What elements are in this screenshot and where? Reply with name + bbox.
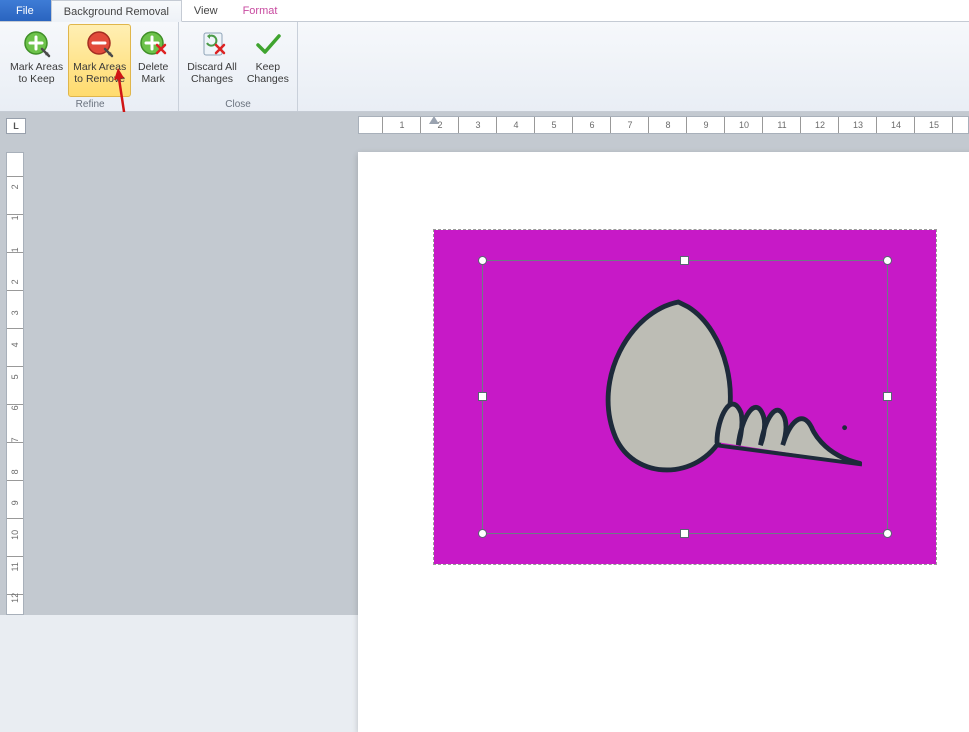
ruler-number: 3: [459, 120, 497, 130]
ruler-number: 10: [725, 120, 763, 130]
ruler-number: 11: [763, 120, 801, 130]
horizontal-ruler[interactable]: 21123456789101112131415: [358, 116, 969, 134]
ruler-number: 2: [421, 120, 459, 130]
ruler-number: 11: [6, 559, 24, 575]
delete-mark-label: DeleteMark: [138, 61, 168, 85]
ruler-number: 10: [6, 527, 24, 543]
tab-format[interactable]: Format: [231, 0, 291, 21]
document-workspace: L 21123456789101112131415 21123456789101…: [0, 112, 969, 615]
handle-bottom-middle[interactable]: [680, 529, 689, 538]
ruler-number: 6: [573, 120, 611, 130]
mark-remove-icon: [85, 27, 115, 61]
crop-selection[interactable]: [482, 260, 888, 534]
document-page: [358, 152, 969, 732]
delete-mark-icon: [138, 27, 168, 61]
tab-view[interactable]: View: [182, 0, 231, 21]
ruler-number: 1: [6, 242, 24, 258]
handle-top-left[interactable]: [478, 256, 487, 265]
handle-top-right[interactable]: [883, 256, 892, 265]
keep-icon: [253, 27, 283, 61]
mark-areas-to-keep-button[interactable]: Mark Areasto Keep: [5, 24, 68, 97]
keep-changes-button[interactable]: KeepChanges: [242, 24, 294, 97]
ruler-number: 9: [6, 495, 24, 511]
ruler-number: 9: [687, 120, 725, 130]
discard-label: Discard AllChanges: [187, 61, 237, 85]
ruler-number: 3: [6, 305, 24, 321]
ruler-number: 1: [383, 120, 421, 130]
ruler-number: 12: [6, 590, 24, 606]
handle-bottom-left[interactable]: [478, 529, 487, 538]
ruler-number: 7: [6, 432, 24, 448]
close-buttons: Discard AllChanges KeepChanges: [182, 24, 294, 97]
tab-view-label: View: [194, 5, 218, 17]
tab-bgremoval-label: Background Removal: [64, 6, 169, 18]
refine-buttons: Mark Areasto Keep Mark Areasto Remove: [5, 24, 175, 97]
ruler-number: 5: [535, 120, 573, 130]
ribbon-group-close: Discard AllChanges KeepChanges Close: [179, 22, 298, 111]
tab-background-removal[interactable]: Background Removal: [51, 0, 182, 22]
ruler-number: 4: [6, 337, 24, 353]
ruler-number: 13: [839, 120, 877, 130]
mark-keep-icon: [22, 27, 52, 61]
ruler-number: [6, 152, 24, 163]
mark-areas-to-remove-button[interactable]: Mark Areasto Remove: [68, 24, 131, 97]
indent-marker-icon[interactable]: [429, 116, 439, 124]
ruler-number: 8: [6, 464, 24, 480]
h-ruler-marks: 21123456789101112131415: [358, 117, 968, 133]
ruler-number: 6: [6, 400, 24, 416]
mark-keep-label: Mark Areasto Keep: [10, 61, 63, 85]
ruler-number: 12: [801, 120, 839, 130]
tab-stop-selector[interactable]: L: [6, 118, 26, 134]
handle-middle-left[interactable]: [478, 392, 487, 401]
discard-icon: [197, 27, 227, 61]
refine-group-label: Refine: [5, 97, 175, 111]
tab-format-label: Format: [243, 5, 278, 17]
handle-top-middle[interactable]: [680, 256, 689, 265]
mark-remove-label: Mark Areasto Remove: [73, 61, 126, 85]
ruler-number: 7: [611, 120, 649, 130]
handle-bottom-right[interactable]: [883, 529, 892, 538]
ruler-number: 4: [497, 120, 535, 130]
discard-all-changes-button[interactable]: Discard AllChanges: [182, 24, 242, 97]
keep-label: KeepChanges: [247, 61, 289, 85]
delete-mark-button[interactable]: DeleteMark: [131, 24, 175, 97]
ruler-number: 15: [915, 120, 953, 130]
background-removal-image[interactable]: [434, 230, 936, 564]
v-ruler-marks: 21123456789101112: [7, 152, 23, 614]
close-group-label: Close: [182, 97, 294, 111]
ribbon-group-refine: Mark Areasto Keep Mark Areasto Remove: [2, 22, 179, 111]
tab-bar: File Background Removal View Format: [0, 0, 969, 22]
ruler-number: 2: [6, 274, 24, 290]
vertical-ruler[interactable]: 21123456789101112: [6, 152, 24, 615]
tab-file-label: File: [16, 5, 34, 17]
ruler-number: 14: [877, 120, 915, 130]
ribbon: Mark Areasto Keep Mark Areasto Remove: [0, 22, 969, 112]
ruler-number: 5: [6, 369, 24, 385]
ruler-number: 2: [6, 179, 24, 195]
handle-middle-right[interactable]: [883, 392, 892, 401]
ruler-number: 1: [6, 210, 24, 226]
tab-file[interactable]: File: [0, 0, 51, 21]
ruler-number: 8: [649, 120, 687, 130]
